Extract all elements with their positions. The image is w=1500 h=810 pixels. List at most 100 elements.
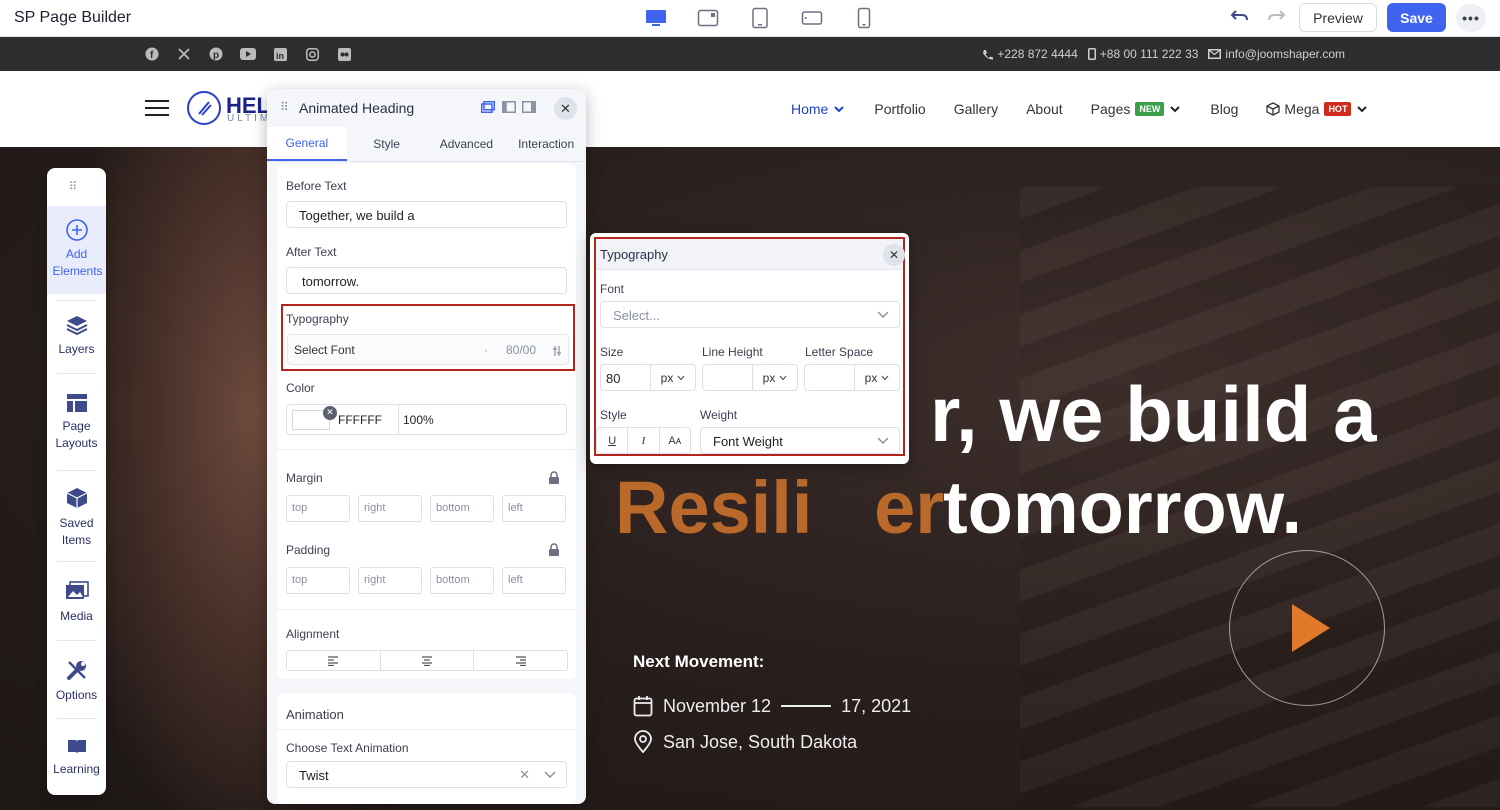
line-height-input[interactable] <box>703 365 753 390</box>
sidebar-item-saved-items[interactable]: Saved Items <box>47 486 106 549</box>
menu-item-blog[interactable]: Blog <box>1210 101 1238 117</box>
menu-item-pages[interactable]: Pages NEW <box>1091 101 1183 117</box>
save-button[interactable]: Save <box>1387 3 1446 32</box>
after-text-input[interactable]: tomorrow. <box>286 267 567 294</box>
sidebar-item-media[interactable]: Media <box>47 581 106 625</box>
margin-bottom-input[interactable]: bottom <box>430 495 494 522</box>
underline-button[interactable]: U <box>597 428 629 453</box>
float-panel-icon[interactable] <box>481 101 495 113</box>
font-size-input[interactable]: 80 <box>601 365 651 390</box>
margin-right-input[interactable]: right <box>358 495 422 522</box>
linkedin-icon[interactable]: in <box>271 46 289 62</box>
menu-item-about[interactable]: About <box>1026 101 1063 117</box>
dock-right-icon[interactable] <box>522 101 536 113</box>
menu-item-portfolio[interactable]: Portfolio <box>874 101 925 117</box>
menu-item-home[interactable]: Home <box>791 101 846 117</box>
phone-link[interactable]: +228 872 4444 <box>982 47 1078 61</box>
chevron-down-icon <box>1357 106 1368 113</box>
phone-number-1: +228 872 4444 <box>997 47 1078 61</box>
font-family-select[interactable]: Select... <box>600 301 900 328</box>
sidebar-item-learning[interactable]: Learning <box>47 738 106 778</box>
preview-button[interactable]: Preview <box>1299 3 1377 32</box>
redo-button[interactable] <box>1266 8 1288 28</box>
email-link[interactable]: info@joomshaper.com <box>1208 47 1345 61</box>
font-size-unit-select[interactable]: px <box>651 365 695 390</box>
typography-field[interactable]: Select Font · 80/00 <box>287 334 569 365</box>
before-text-input[interactable]: Together, we build a <box>286 201 567 228</box>
x-twitter-icon[interactable] <box>175 46 193 62</box>
tab-general[interactable]: General <box>267 127 347 161</box>
padding-left-input[interactable]: left <box>502 567 566 594</box>
align-left-button[interactable] <box>287 651 381 670</box>
youtube-icon[interactable] <box>239 46 257 62</box>
tablet-view-button[interactable] <box>734 4 786 32</box>
align-center-button[interactable] <box>381 651 475 670</box>
uppercase-button[interactable]: Aᴀ <box>660 428 690 453</box>
panel-header[interactable]: ⠿ Animated Heading ✕ <box>267 89 586 127</box>
lock-icon[interactable] <box>548 543 560 557</box>
sidebar-item-add-elements[interactable]: Add Elements <box>47 206 106 294</box>
line-height-label: Line Height <box>702 345 763 359</box>
sidebar-item-options[interactable]: Options <box>47 658 106 704</box>
tab-advanced[interactable]: Advanced <box>427 127 507 161</box>
mobile-landscape-view-button[interactable] <box>786 4 838 32</box>
date-start: November 12 <box>663 695 772 716</box>
align-right-button[interactable] <box>474 651 567 670</box>
phone-icon <box>857 7 871 29</box>
desktop-view-button[interactable] <box>630 4 682 32</box>
panel-tabs: General Style Advanced Interaction <box>267 127 586 162</box>
color-swatch[interactable]: ✕ <box>292 405 337 430</box>
undo-button[interactable] <box>1230 8 1252 28</box>
text-animation-select[interactable]: Twist ✕ <box>286 761 567 788</box>
tab-interaction[interactable]: Interaction <box>506 127 586 161</box>
letter-space-unit-select[interactable]: px <box>855 365 899 390</box>
padding-top-input[interactable]: top <box>286 567 350 594</box>
margin-top-input[interactable]: top <box>286 495 350 522</box>
clear-selection-icon[interactable]: ✕ <box>519 767 530 783</box>
close-panel-button[interactable]: ✕ <box>554 97 577 120</box>
font-weight-select[interactable]: Font Weight <box>700 427 900 454</box>
color-hex-value[interactable]: FFFFFF <box>338 413 398 427</box>
sidebar-item-layers[interactable]: Layers <box>47 314 106 358</box>
more-options-button[interactable]: ••• <box>1456 4 1486 32</box>
menu-item-label: About <box>1026 101 1063 117</box>
weight-placeholder: Font Weight <box>713 434 783 449</box>
margin-left-input[interactable]: left <box>502 495 566 522</box>
facebook-icon[interactable]: f <box>143 46 161 62</box>
letter-space-label: Letter Space <box>805 345 874 359</box>
clear-color-icon[interactable]: ✕ <box>323 405 337 420</box>
drag-handle-icon[interactable]: ⠿ <box>69 180 78 193</box>
panel-drag-icon[interactable]: ⠿ <box>280 100 289 114</box>
mobile-link[interactable]: +88 00 111 222 33 <box>1087 47 1198 61</box>
lock-icon[interactable] <box>548 471 560 485</box>
pinterest-icon[interactable]: p <box>207 46 225 62</box>
font-style-buttons: U I Aᴀ <box>596 427 691 454</box>
chevron-down-icon <box>881 375 889 380</box>
desktop-icon <box>646 10 666 26</box>
cube-icon <box>1266 102 1281 116</box>
size-label: Size <box>600 345 624 359</box>
dock-left-icon[interactable] <box>502 101 516 113</box>
menu-item-gallery[interactable]: Gallery <box>954 101 998 117</box>
color-opacity-value[interactable]: 100% <box>403 413 434 427</box>
align-left-icon <box>328 655 339 666</box>
line-height-unit-select[interactable]: px <box>753 365 797 390</box>
italic-button[interactable]: I <box>628 428 660 453</box>
letter-space-input[interactable] <box>805 365 855 390</box>
align-center-icon <box>422 655 432 666</box>
hamburger-menu-icon[interactable] <box>145 100 169 118</box>
padding-bottom-input[interactable]: bottom <box>430 567 494 594</box>
play-video-button[interactable] <box>1229 550 1385 706</box>
padding-right-input[interactable]: right <box>358 567 422 594</box>
site-logo[interactable] <box>187 91 221 125</box>
tab-style[interactable]: Style <box>347 127 427 161</box>
close-typography-button[interactable]: ✕ <box>883 244 905 266</box>
padding-label: Padding <box>286 543 331 557</box>
mobile-view-button[interactable] <box>838 4 890 32</box>
laptop-view-button[interactable] <box>682 4 734 32</box>
sidebar-item-page-layouts[interactable]: Page Layouts <box>47 393 106 452</box>
sidebar-item-label: Page Layouts <box>55 419 98 450</box>
instagram-icon[interactable] <box>303 46 321 62</box>
flickr-icon[interactable] <box>335 46 353 62</box>
menu-item-mega[interactable]: Mega HOT <box>1266 101 1369 117</box>
